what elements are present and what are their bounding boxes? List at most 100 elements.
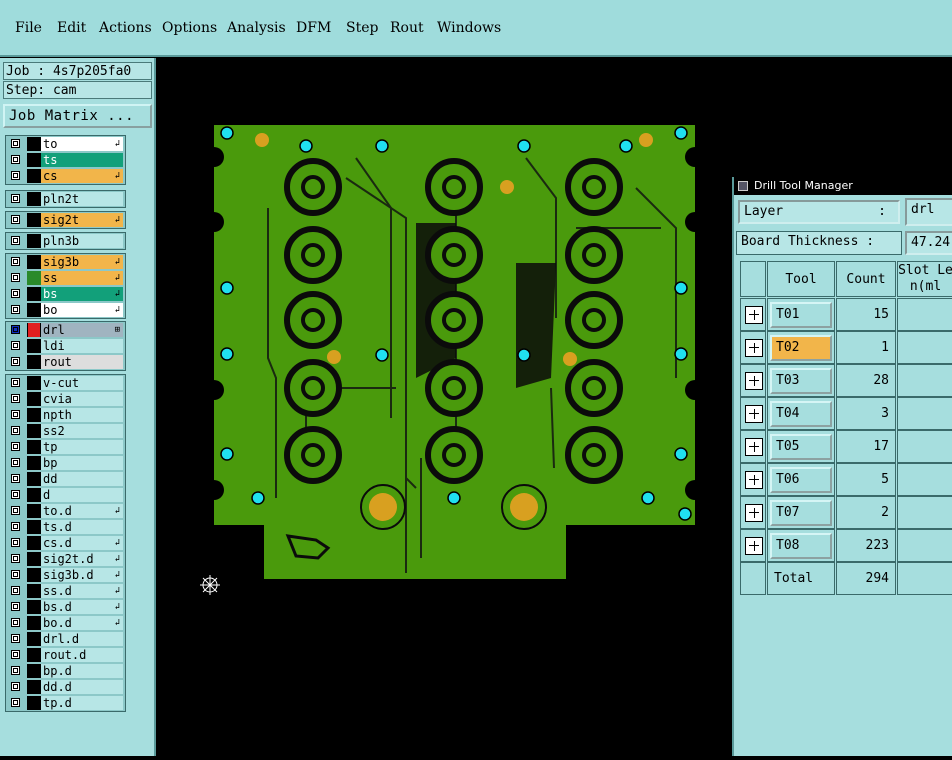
expand-plus-icon[interactable] <box>745 438 763 456</box>
tool-button[interactable]: T07 <box>770 500 832 526</box>
layer-name[interactable]: dd <box>41 472 123 486</box>
layer-name[interactable]: cvia <box>41 392 123 406</box>
layer-swatch[interactable] <box>27 213 41 227</box>
layer-name[interactable]: bp.d <box>41 664 123 678</box>
layer-name[interactable]: bo.d ↲ <box>41 616 123 630</box>
tool-button[interactable]: T06 <box>770 467 832 493</box>
layer-swatch[interactable] <box>27 648 41 662</box>
layer-row[interactable]: cvia <box>6 391 125 407</box>
layer-checkbox[interactable] <box>11 139 20 148</box>
layer-swatch[interactable] <box>27 339 41 353</box>
menu-analysis[interactable]: Analysis <box>227 20 286 36</box>
layer-name[interactable]: rout <box>41 355 123 369</box>
layer-name[interactable]: pln2t <box>41 192 123 206</box>
layer-swatch[interactable] <box>27 616 41 630</box>
tool-button[interactable]: T01 <box>770 302 832 328</box>
layer-row[interactable]: v-cut <box>6 375 125 391</box>
layer-checkbox[interactable] <box>11 522 20 531</box>
layer-row[interactable]: ts.d <box>6 519 125 535</box>
layer-row[interactable]: sig2t.d ↲ <box>6 551 125 567</box>
layer-swatch[interactable] <box>27 664 41 678</box>
layer-swatch[interactable] <box>27 408 41 422</box>
layer-name[interactable]: drl.d <box>41 632 123 646</box>
layer-checkbox[interactable] <box>11 289 20 298</box>
layer-name[interactable]: pln3b <box>41 234 123 248</box>
layer-name[interactable]: ss.d ↲ <box>41 584 123 598</box>
layer-swatch[interactable] <box>27 303 41 317</box>
layer-name[interactable]: dd.d <box>41 680 123 694</box>
layer-row[interactable]: sig3b.d ↲ <box>6 567 125 583</box>
layer-checkbox[interactable] <box>11 618 20 627</box>
expand-plus-icon[interactable] <box>745 372 763 390</box>
layer-swatch[interactable] <box>27 600 41 614</box>
tool-button[interactable]: T03 <box>770 368 832 394</box>
layer-swatch[interactable] <box>27 234 41 248</box>
layer-row[interactable]: drl ⊞ <box>6 322 125 338</box>
expand-plus-icon[interactable] <box>745 471 763 489</box>
layer-checkbox[interactable] <box>11 341 20 350</box>
layer-row[interactable]: tp <box>6 439 125 455</box>
layer-name[interactable]: cs ↲ <box>41 169 123 183</box>
layer-swatch[interactable] <box>27 520 41 534</box>
layer-name[interactable]: npth <box>41 408 123 422</box>
layer-row[interactable]: bp.d <box>6 663 125 679</box>
layer-swatch[interactable] <box>27 696 41 710</box>
layer-swatch[interactable] <box>27 632 41 646</box>
layer-name[interactable]: ts.d <box>41 520 123 534</box>
layer-checkbox[interactable] <box>11 538 20 547</box>
layer-checkbox[interactable] <box>11 682 20 691</box>
layer-name[interactable]: bo ↲ <box>41 303 123 317</box>
layer-swatch[interactable] <box>27 440 41 454</box>
layer-checkbox[interactable] <box>11 586 20 595</box>
layer-name[interactable]: ss ↲ <box>41 271 123 285</box>
layer-row[interactable]: ts <box>6 152 125 168</box>
job-matrix-button[interactable]: Job Matrix ... <box>3 104 152 128</box>
layer-checkbox[interactable] <box>11 554 20 563</box>
layer-row[interactable]: bo.d ↲ <box>6 615 125 631</box>
layer-checkbox[interactable] <box>11 698 20 707</box>
expand-plus-icon[interactable] <box>745 339 763 357</box>
layer-row[interactable]: cs.d ↲ <box>6 535 125 551</box>
layer-checkbox[interactable] <box>11 458 20 467</box>
layer-row[interactable]: cs ↲ <box>6 168 125 184</box>
layer-row[interactable]: dd <box>6 471 125 487</box>
layer-row[interactable]: ss ↲ <box>6 270 125 286</box>
layer-name[interactable]: bp <box>41 456 123 470</box>
layer-row[interactable]: ss2 <box>6 423 125 439</box>
layer-name[interactable]: sig3b ↲ <box>41 255 123 269</box>
layer-name[interactable]: bs.d ↲ <box>41 600 123 614</box>
layer-checkbox[interactable] <box>11 257 20 266</box>
layer-name[interactable]: cs.d ↲ <box>41 536 123 550</box>
layer-checkbox[interactable] <box>11 155 20 164</box>
layer-checkbox[interactable] <box>11 325 20 334</box>
layer-swatch[interactable] <box>27 536 41 550</box>
tool-button[interactable]: T08 <box>770 533 832 559</box>
layer-row[interactable]: bp <box>6 455 125 471</box>
layer-swatch[interactable] <box>27 271 41 285</box>
window-menu-icon[interactable] <box>738 181 748 191</box>
layer-name[interactable]: ss2 <box>41 424 123 438</box>
layer-swatch[interactable] <box>27 287 41 301</box>
drill-tool-manager-titlebar[interactable]: Drill Tool Manager <box>734 177 952 195</box>
layer-swatch[interactable] <box>27 424 41 438</box>
tool-button[interactable]: T02 <box>770 335 832 361</box>
layer-swatch[interactable] <box>27 192 41 206</box>
layer-row[interactable]: ss.d ↲ <box>6 583 125 599</box>
layer-swatch[interactable] <box>27 255 41 269</box>
expand-plus-icon[interactable] <box>745 405 763 423</box>
layer-row[interactable]: dd.d <box>6 679 125 695</box>
layer-name[interactable]: tp.d <box>41 696 123 710</box>
layer-row[interactable]: sig3b ↲ <box>6 254 125 270</box>
layer-row[interactable]: bs.d ↲ <box>6 599 125 615</box>
layer-row[interactable]: to.d ↲ <box>6 503 125 519</box>
layer-swatch[interactable] <box>27 376 41 390</box>
layer-swatch[interactable] <box>27 169 41 183</box>
menu-dfm[interactable]: DFM <box>296 20 331 36</box>
layer-swatch[interactable] <box>27 456 41 470</box>
layer-checkbox[interactable] <box>11 410 20 419</box>
menu-rout[interactable]: Rout <box>390 20 424 36</box>
layer-row[interactable]: ldi <box>6 338 125 354</box>
layer-checkbox[interactable] <box>11 666 20 675</box>
layer-checkbox[interactable] <box>11 474 20 483</box>
layer-name[interactable]: drl ⊞ <box>41 323 123 337</box>
